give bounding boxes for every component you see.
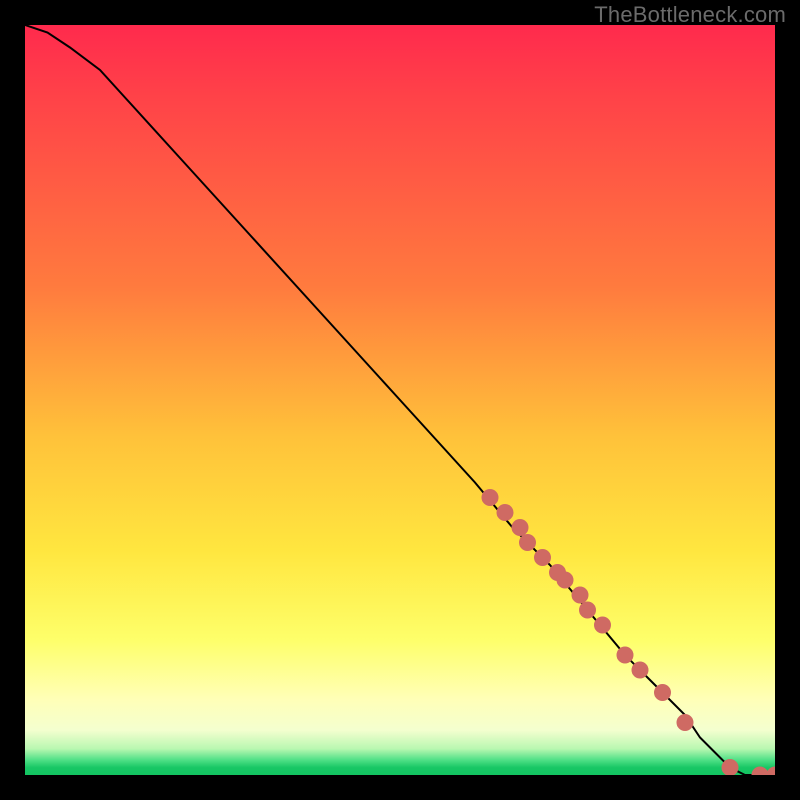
sample-point (580, 602, 596, 618)
sample-point (767, 767, 775, 775)
sample-points-group (482, 490, 775, 776)
sample-point (535, 550, 551, 566)
chart-stage: TheBottleneck.com (0, 0, 800, 800)
sample-point (722, 760, 738, 776)
sample-point (557, 572, 573, 588)
sample-point (520, 535, 536, 551)
plot-area (25, 25, 775, 775)
sample-point (617, 647, 633, 663)
sample-point (572, 587, 588, 603)
sample-point (497, 505, 513, 521)
sample-point (512, 520, 528, 536)
curve-overlay (25, 25, 775, 775)
sample-point (677, 715, 693, 731)
sample-point (632, 662, 648, 678)
watermark-text: TheBottleneck.com (594, 2, 786, 28)
bottleneck-curve-line (25, 25, 775, 775)
sample-point (655, 685, 671, 701)
sample-point (595, 617, 611, 633)
sample-point (482, 490, 498, 506)
sample-point (752, 767, 768, 775)
